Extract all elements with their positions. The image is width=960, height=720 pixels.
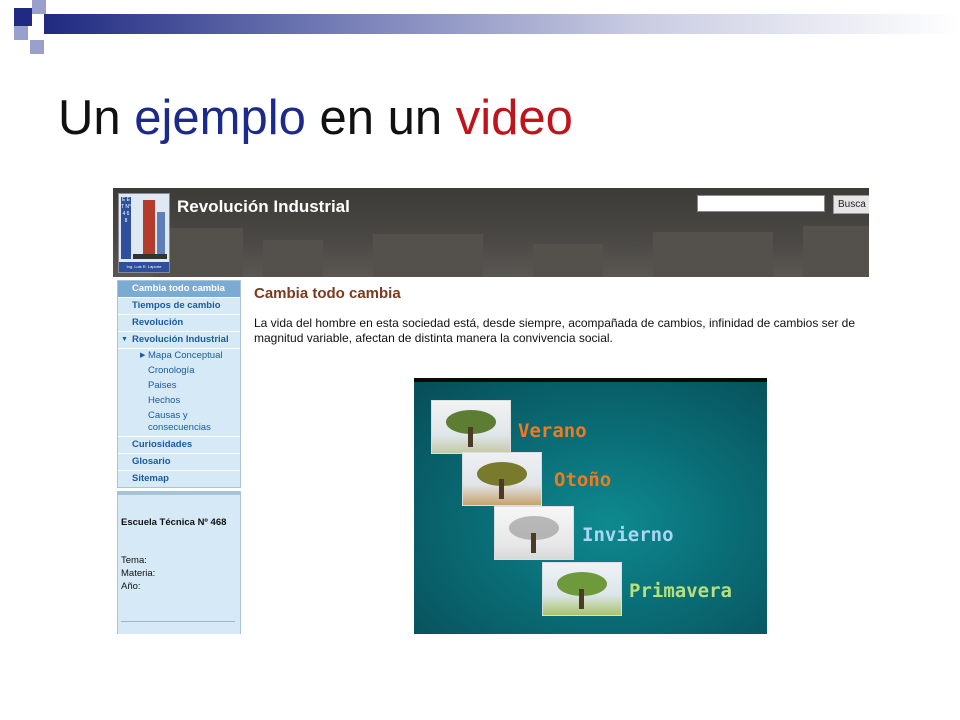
content-paragraph: La vida del hombre en esta sociedad está… [254, 316, 856, 345]
tree-trunk [531, 533, 536, 553]
header-building-shape [533, 244, 603, 277]
sub-item-label: Mapa Conceptual [148, 350, 223, 361]
expand-triangle-icon[interactable]: ▼ [121, 332, 128, 348]
header-building-shape [373, 234, 483, 277]
title-part-1: Un [58, 91, 135, 145]
info-divider [121, 621, 235, 622]
school-info-box: Escuela Técnica Nº 468 Tema: Materia: Añ… [117, 491, 241, 634]
sub-item-cronologia[interactable]: Cronología [118, 364, 240, 379]
spring-tree-image [542, 562, 622, 616]
collapsed-triangle-icon[interactable]: ▶ [140, 349, 145, 363]
site-title[interactable]: Revolución Industrial [177, 197, 350, 217]
tree-trunk [468, 427, 473, 447]
title-gradient-bar [44, 14, 960, 34]
website-screenshot: E E T N° 4 6 8 Ing. Luis R. Laporte Revo… [113, 188, 869, 634]
winter-tree-image [494, 506, 574, 560]
meta-tema: Tema: [121, 555, 147, 566]
sidebar: Cambia todo cambia Tiempos de cambio Rev… [113, 277, 246, 634]
meta-anio: Año: [121, 581, 141, 592]
main-content: Cambia todo cambia La vida del hombre en… [246, 277, 869, 634]
sub-item-mapa-conceptual[interactable]: ▶ Mapa Conceptual [118, 349, 240, 364]
nav-item-label: Revolución Industrial [132, 334, 229, 345]
season-label-otono: Otoño [554, 469, 612, 491]
header-building-shape [263, 240, 323, 277]
sub-item-causas-y-consecuencias[interactable]: Causas y consecuencias [118, 409, 228, 436]
deco-square-light-2 [14, 26, 28, 40]
title-part-3: en un [305, 91, 456, 145]
autumn-tree-image [462, 452, 542, 506]
logo-base [133, 254, 167, 259]
deco-square-light-3 [30, 40, 44, 54]
sub-item-paises[interactable]: Paises [118, 379, 240, 394]
header-building-shape [653, 232, 773, 277]
deco-square-dark-1 [14, 8, 32, 26]
tree-trunk [579, 589, 584, 609]
content-title: Cambia todo cambia [254, 285, 401, 302]
sidebar-nav: Cambia todo cambia Tiempos de cambio Rev… [117, 280, 241, 488]
search-input[interactable] [697, 195, 825, 212]
school-logo[interactable]: E E T N° 4 6 8 Ing. Luis R. Laporte [118, 193, 170, 273]
season-label-invierno: Invierno [582, 524, 674, 546]
title-part-2: ejemplo [134, 91, 306, 145]
logo-strip: E E T N° 4 6 8 [121, 197, 131, 259]
search-button[interactable]: Busca [833, 195, 869, 214]
logo-tower-red [143, 200, 155, 258]
nav-item-cambia-todo-cambia[interactable]: Cambia todo cambia [118, 281, 240, 298]
header-building-shape [803, 226, 869, 277]
nav-item-glosario[interactable]: Glosario [118, 454, 240, 471]
title-part-4: video [455, 91, 573, 145]
site-header: E E T N° 4 6 8 Ing. Luis R. Laporte Revo… [113, 188, 869, 277]
meta-materia: Materia: [121, 568, 156, 579]
nav-item-revolucion[interactable]: Revolución [118, 315, 240, 332]
video-player[interactable]: Verano Otoño Invierno Primavera [414, 378, 767, 634]
summer-tree-image [431, 400, 511, 454]
logo-tower-blue [157, 212, 165, 258]
sub-item-hechos[interactable]: Hechos [118, 394, 240, 409]
deco-square-light-1 [32, 0, 46, 14]
slide-title: Un ejemplo en un video [58, 88, 573, 148]
nav-item-curiosidades[interactable]: Curiosidades [118, 436, 240, 454]
nav-item-tiempos-de-cambio[interactable]: Tiempos de cambio [118, 298, 240, 315]
nav-item-sitemap[interactable]: Sitemap [118, 471, 240, 487]
school-name: Escuela Técnica Nº 468 [121, 517, 227, 528]
season-label-primavera: Primavera [629, 580, 732, 602]
tree-trunk [499, 479, 504, 499]
season-label-verano: Verano [518, 420, 587, 442]
logo-caption: Ing. Luis R. Laporte [119, 262, 169, 272]
nav-item-revolucion-industrial[interactable]: ▼ Revolución Industrial [118, 332, 240, 349]
